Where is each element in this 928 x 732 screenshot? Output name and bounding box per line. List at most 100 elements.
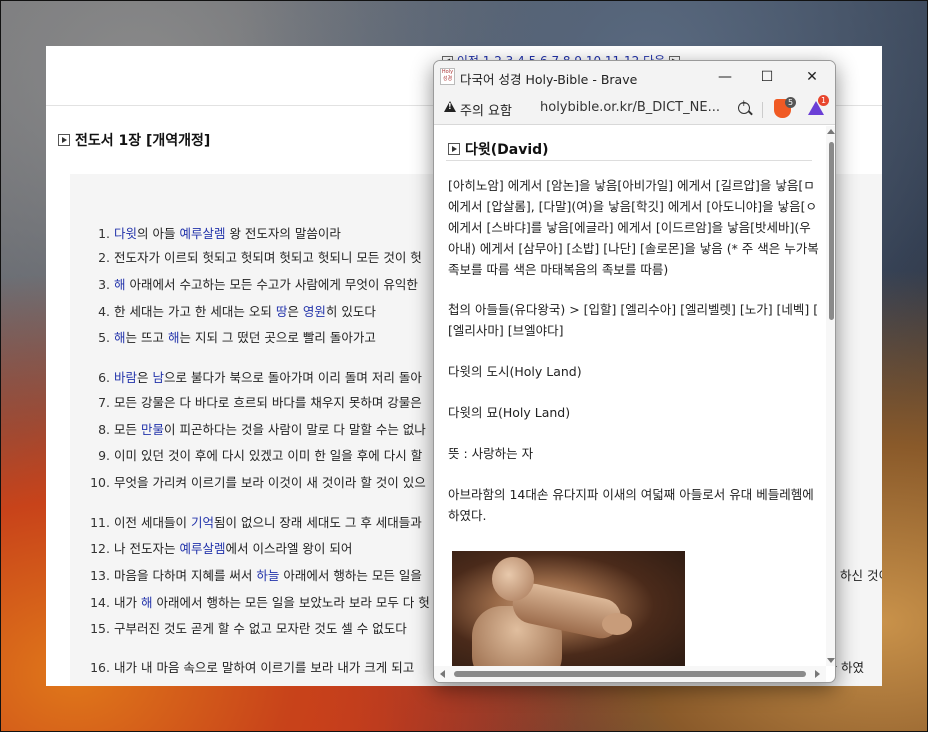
verse-number: 2. — [98, 250, 110, 265]
verse-text: 에서 이스라엘 왕이 되어 — [225, 541, 353, 556]
entry-line: 아브라함의 14대손 유다지파 이새의 여덟째 아들로서 유대 베들레헴에 — [448, 487, 814, 502]
verse-text: 는 뜨고 — [125, 330, 168, 345]
verse-text: 나 전도자는 — [114, 541, 180, 556]
chapter-title: 전도서 1장 [개역개정] — [58, 130, 210, 150]
verse-number: 12. — [90, 541, 110, 556]
url-text[interactable]: holybible.or.kr/B_DICT_NE... — [540, 100, 720, 115]
scroll-up-icon[interactable] — [827, 129, 835, 134]
verse-text: 은 — [287, 304, 303, 319]
dictionary-link[interactable]: 해 — [141, 595, 153, 610]
window-title: 다국어 성경 Holy-Bible - Brave — [460, 72, 638, 87]
entry-line: 뜻 : 사랑하는 자 — [448, 446, 534, 461]
dictionary-content: 다윗(David) [아히노암] 에게서 [암논]을 낳음[아비가일] 에게서 … — [434, 126, 826, 666]
verse-text: 으로 불다가 북으로 돌아가며 이리 돌며 저리 돌아 — [164, 370, 422, 385]
entry-title: 다윗(David) — [448, 139, 549, 159]
verse-text: 아래에서 행하는 모든 일을 — [279, 568, 422, 583]
verse-text: 아래에서 수고하는 모든 수고가 사람에게 무엇이 유익한 — [125, 277, 418, 292]
verse-number: 7. — [98, 395, 110, 410]
verse-number: 3. — [98, 277, 110, 292]
verse-number: 15. — [90, 621, 110, 636]
entry-line: 족보를 따름 색은 마태복음의 족보를 따름) — [448, 262, 669, 277]
verse-text: 의 아들 — [137, 226, 180, 241]
verse-text: 모든 — [114, 422, 141, 437]
divider — [446, 160, 812, 161]
dictionary-link[interactable]: 영원 — [303, 304, 326, 319]
app-icon: Holy성경 — [440, 68, 455, 85]
verse-text: 히 있도다 — [325, 304, 376, 319]
entry-line: 아내) 에게서 [삼무아] [소밥] [나단] [솔로몬]을 낳음 (* 주 색… — [448, 241, 819, 256]
verse-number: 5. — [98, 330, 110, 345]
entry-line: 다윗의 묘(Holy Land) — [448, 405, 571, 420]
verse-row: 나 보았음이로다 — [70, 685, 882, 686]
entry-line: 에게서 [스바댜]를 낳음[에글라] 에게서 [이드르암]을 낳음[밧세바](우 — [448, 220, 811, 235]
zoom-icon[interactable] — [738, 99, 750, 114]
verse-number: 16. — [90, 660, 110, 675]
verse-text-tail: 하신 것이 — [840, 568, 882, 583]
entry-line: 첩의 아들들(유다왕국) > [입할] [엘리수아] [엘리벨렛] [노가] [… — [448, 302, 819, 317]
verse-number: 6. — [98, 370, 110, 385]
warning-icon[interactable] — [444, 101, 456, 112]
entry-line: 에게서 [압살롬], [다말](여)을 낳음[학깃] 에게서 [아도니야]을 낳… — [448, 199, 817, 214]
dictionary-link[interactable]: 바람 — [114, 370, 137, 385]
verse-text: 됨이 없으니 장래 세대도 그 후 세대들과 — [213, 515, 422, 530]
dictionary-link[interactable]: 해 — [114, 277, 126, 292]
verse-number: 4. — [98, 304, 110, 319]
verse-number: 14. — [90, 595, 110, 610]
vertical-scroll-thumb[interactable] — [829, 142, 834, 320]
dictionary-link[interactable]: 땅 — [276, 304, 288, 319]
dictionary-link[interactable]: 만물 — [141, 422, 164, 437]
verse-text: 무엇을 가리켜 이르기를 보라 이것이 새 것이라 할 것이 있으 — [114, 475, 426, 490]
verse-text: 이전 세대들이 — [114, 515, 191, 530]
horizontal-scroll-thumb[interactable] — [454, 671, 806, 677]
minimize-icon[interactable]: — — [715, 67, 735, 87]
dictionary-link[interactable]: 다윗 — [114, 226, 137, 241]
entry-line: [아히노암] 에게서 [암논]을 낳음[아비가일] 에게서 [길르압]을 낳음[… — [448, 178, 815, 193]
verse-text: 는 지되 그 떴던 곳으로 빨리 돌아가고 — [179, 330, 376, 345]
verse-text: 한 세대는 가고 한 세대는 오되 — [114, 304, 276, 319]
popup-window: Holy성경 다국어 성경 Holy-Bible - Brave — ☐ ✕ 주… — [433, 60, 836, 683]
verse-text: 나 보았음이로다 — [114, 685, 198, 686]
dictionary-link[interactable]: 기억 — [191, 515, 214, 530]
verse-text: 마음을 다하며 지혜를 써서 — [114, 568, 257, 583]
play-icon — [448, 143, 460, 155]
play-icon — [58, 134, 70, 146]
verse-number: 8. — [98, 422, 110, 437]
address-bar[interactable]: 주의 요함 holybible.or.kr/B_DICT_NE... 5 1 — [434, 93, 835, 125]
verse-text: 은 — [137, 370, 153, 385]
david-statue-image — [452, 551, 685, 666]
entry-line: [엘리사마] [브엘야다] — [448, 323, 564, 338]
verse-number: 1. — [98, 226, 110, 241]
close-icon[interactable]: ✕ — [802, 67, 822, 87]
verse-number: 13. — [90, 568, 110, 583]
dictionary-link[interactable]: 예루살렘 — [179, 541, 225, 556]
verse-text: 이 피곤하다는 것을 사람이 말로 다 말할 수는 없나 — [164, 422, 426, 437]
verse-number: 11. — [90, 515, 110, 530]
verse-text: 아래에서 행하는 모든 일을 보았노라 보라 모두 다 헛 — [152, 595, 430, 610]
rewards-badge: 1 — [818, 95, 829, 106]
dictionary-link[interactable]: 해 — [168, 330, 180, 345]
dictionary-link[interactable]: 남 — [153, 370, 165, 385]
verse-text: 내가 — [114, 595, 141, 610]
dictionary-link[interactable]: 하늘 — [256, 568, 279, 583]
verse-text: 구부러진 것도 곧게 할 수 없고 모자란 것도 셀 수 없도다 — [114, 621, 407, 636]
entry-line: 하였다. — [448, 508, 487, 523]
verse-text: 모든 강물은 다 바다로 흐르되 바다를 채우지 못하며 강물은 — [114, 395, 422, 410]
maximize-icon[interactable]: ☐ — [757, 67, 777, 87]
scroll-left-icon[interactable] — [440, 670, 445, 678]
shields-badge: 5 — [785, 97, 796, 108]
verse-number: 9. — [98, 448, 110, 463]
security-label[interactable]: 주의 요함 — [460, 100, 512, 119]
scroll-down-icon[interactable] — [827, 658, 835, 663]
title-bar: Holy성경 다국어 성경 Holy-Bible - Brave — ☐ ✕ — [434, 61, 835, 93]
vertical-scrollbar[interactable] — [826, 126, 835, 666]
verse-text: 이미 있던 것이 후에 다시 있겠고 이미 한 일을 후에 다시 할 — [114, 448, 423, 463]
dictionary-link[interactable]: 예루살렘 — [179, 226, 225, 241]
verse-text: 왕 전도자의 말씀이라 — [225, 226, 341, 241]
verse-number: 10. — [90, 475, 110, 490]
dictionary-link[interactable]: 해 — [114, 330, 126, 345]
scroll-right-icon[interactable] — [815, 670, 820, 678]
toolbar-separator — [762, 102, 763, 118]
horizontal-scrollbar[interactable] — [434, 666, 826, 682]
verse-text: 내가 내 마음 속으로 말하여 이르기를 보라 내가 크게 되고 — [114, 660, 415, 675]
verse-text: 전도자가 이르되 헛되고 헛되며 헛되고 헛되니 모든 것이 헛 — [114, 250, 422, 265]
